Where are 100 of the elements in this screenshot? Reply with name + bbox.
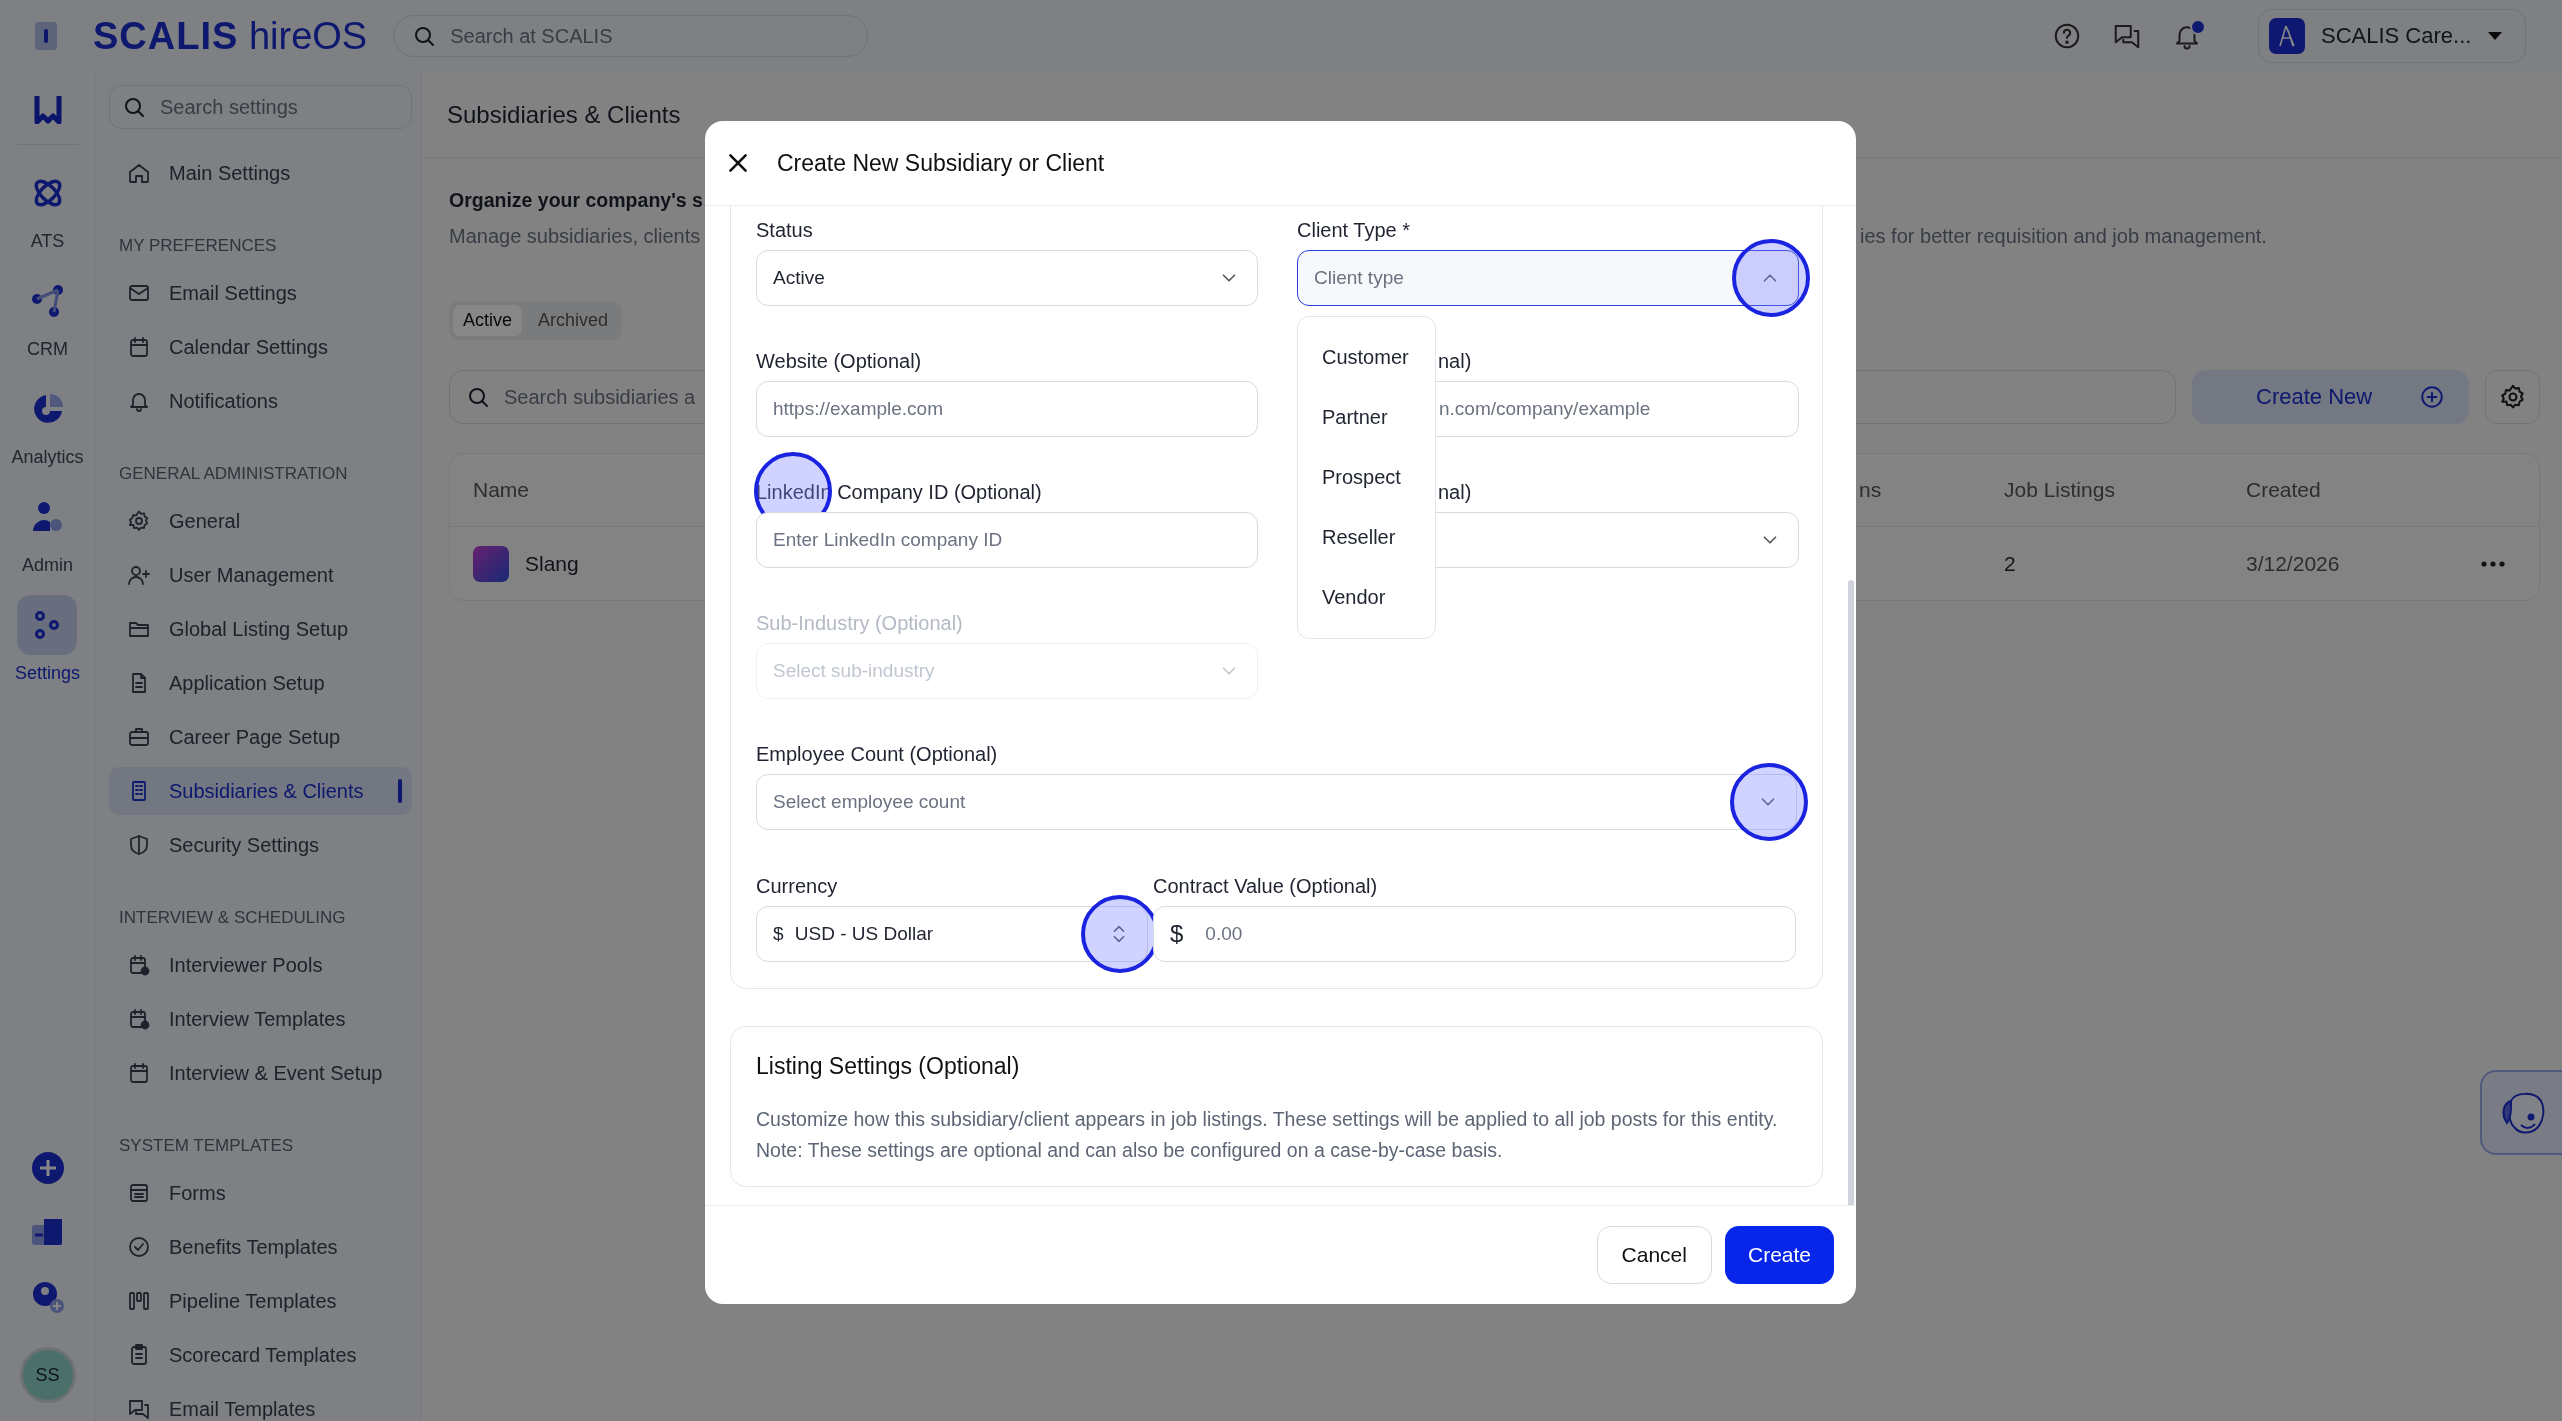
settings-nav-item[interactable]: Email Templates bbox=[109, 1385, 412, 1421]
input-field[interactable]: Enter LinkedIn company ID bbox=[756, 512, 1258, 568]
field-label: nal) bbox=[1438, 349, 1472, 373]
gear-icon bbox=[127, 509, 151, 533]
settings-nav-item[interactable]: Pipeline Templates bbox=[109, 1277, 412, 1325]
dialog-title: Create New Subsidiary or Client bbox=[777, 149, 1105, 177]
shield-icon bbox=[127, 833, 151, 857]
section-heading: GENERAL ADMINISTRATION bbox=[119, 463, 349, 485]
gear-icon bbox=[2498, 383, 2527, 411]
plus-circle-icon bbox=[30, 1151, 65, 1185]
settings-nav-item[interactable]: Security Settings bbox=[109, 821, 412, 869]
field-label: nal) bbox=[1438, 480, 1472, 504]
select-field[interactable]: Active bbox=[756, 250, 1258, 306]
form-icon bbox=[127, 1181, 151, 1205]
chat-icon bbox=[127, 1397, 151, 1421]
network-icon bbox=[29, 283, 66, 319]
settings-nav-item[interactable]: Application Setup bbox=[109, 659, 412, 707]
settings-button[interactable] bbox=[2485, 370, 2540, 424]
rail-nav-item[interactable]: Admin bbox=[17, 487, 78, 576]
settings-nav-item[interactable]: Interviewer Pools bbox=[109, 941, 412, 989]
user-plus-icon bbox=[127, 563, 151, 587]
account-switcher[interactable]: SCALIS Care... bbox=[2258, 9, 2526, 63]
settings-nav-item[interactable]: Scorecard Templates bbox=[109, 1331, 412, 1379]
house-icon bbox=[127, 161, 151, 185]
company-logo bbox=[473, 545, 509, 582]
table-cell: 3/12/2026 bbox=[2246, 551, 2340, 576]
field-label: Website (Optional) bbox=[756, 349, 922, 373]
bookmark-icon[interactable] bbox=[33, 94, 62, 124]
table-cell: 2 bbox=[2004, 551, 2016, 576]
description-text: ies for better requisition and job management. bbox=[1860, 224, 2267, 249]
dropdown-option[interactable]: Vendor bbox=[1298, 567, 1435, 627]
settings-nav-item[interactable]: Notifications bbox=[109, 377, 412, 425]
settings-nav-item[interactable]: General bbox=[109, 497, 412, 545]
logo: SCALIS hireOS bbox=[93, 14, 368, 58]
calendar-person-icon bbox=[127, 953, 151, 977]
add-button[interactable] bbox=[30, 1151, 65, 1185]
caret-icon bbox=[2487, 31, 2504, 41]
field-label: Contract Value (Optional) bbox=[1153, 874, 1379, 898]
input-field[interactable]: $ 0.00 bbox=[1153, 906, 1796, 962]
column-header: ns bbox=[1859, 478, 1882, 502]
create-button[interactable]: Create bbox=[1724, 1226, 1834, 1284]
cancel-button[interactable]: Cancel bbox=[1596, 1226, 1712, 1284]
rail-nav-item[interactable]: ATS bbox=[17, 163, 78, 252]
settings-nav-item[interactable]: Interview & Event Setup bbox=[109, 1049, 412, 1097]
settings-nav-item[interactable]: Interview Templates bbox=[109, 995, 412, 1043]
table-cell: Slang bbox=[525, 551, 579, 576]
calendar-clock-icon bbox=[127, 1007, 151, 1031]
currency-select[interactable]: $ USD - US Dollar bbox=[756, 906, 1148, 962]
create-new-button[interactable]: Create New bbox=[2192, 370, 2469, 424]
rail-nav-item[interactable]: Analytics bbox=[11, 379, 84, 468]
filter-tab[interactable]: Archived bbox=[528, 305, 619, 336]
dropdown-option[interactable]: Reseller bbox=[1298, 507, 1435, 567]
settings-nav-item[interactable]: Forms bbox=[109, 1169, 412, 1217]
rail-nav-item[interactable]: CRM bbox=[17, 271, 78, 360]
page-title: Subsidiaries & Clients bbox=[447, 100, 681, 129]
field-label: Currency bbox=[756, 874, 839, 898]
search-icon bbox=[466, 385, 490, 409]
briefcase-icon bbox=[127, 725, 151, 749]
settings-nav-item[interactable]: User Management bbox=[109, 551, 412, 599]
search-icon bbox=[122, 95, 146, 119]
column-header: Created bbox=[2246, 478, 2321, 502]
settings-nav-item[interactable]: Subsidiaries & Clients bbox=[109, 767, 412, 815]
calendar-icon bbox=[127, 335, 151, 359]
dropdown-option[interactable]: Prospect bbox=[1298, 447, 1435, 507]
section-heading: MY PREFERENCES bbox=[119, 235, 278, 257]
input-field[interactable]: https://example.com bbox=[756, 381, 1258, 437]
settings-nav-item[interactable]: Email Settings bbox=[109, 269, 412, 317]
select-field[interactable]: Select employee count bbox=[756, 774, 1797, 830]
plus-circle-icon bbox=[2419, 384, 2445, 410]
field-label: Sub-Industry (Optional) bbox=[756, 611, 963, 635]
section-heading: SYSTEM TEMPLATES bbox=[119, 1135, 295, 1157]
select-field[interactable]: Client type bbox=[1297, 250, 1799, 306]
help-button[interactable] bbox=[2052, 21, 2082, 51]
settings-nav-item[interactable]: Career Page Setup bbox=[109, 713, 412, 761]
scrollbar-thumb[interactable] bbox=[1848, 580, 1854, 1205]
description-text: Manage subsidiaries, clients bbox=[449, 224, 701, 249]
section-description: Customize how this subsidiary/client appears in job listings. These settings will be applied to all job posts for this entity. Note: These settings are optional and can also be configured on a case-by-case basis. bbox=[756, 1107, 1779, 1163]
check-badge-icon bbox=[127, 1235, 151, 1259]
search-icon bbox=[412, 24, 437, 48]
calendar-icon bbox=[127, 1061, 151, 1085]
settings-nav-item[interactable]: Benefits Templates bbox=[109, 1223, 412, 1271]
field-label: Employee Count (Optional) bbox=[756, 742, 999, 766]
assistant-button[interactable] bbox=[2480, 1070, 2562, 1155]
field-label: Status bbox=[756, 218, 813, 242]
filter-tab[interactable]: Active bbox=[453, 305, 523, 336]
settings-nav-item[interactable]: Global Listing Setup bbox=[109, 605, 412, 653]
more-icon[interactable] bbox=[2481, 560, 2505, 567]
user-avatar[interactable]: SS bbox=[19, 1347, 76, 1403]
field-label: LinkedIn Company ID (Optional) bbox=[756, 480, 1042, 504]
column-header: Job Listings bbox=[2004, 478, 2115, 502]
column-header: Name bbox=[472, 478, 530, 502]
field-label: Client Type * bbox=[1297, 218, 1411, 242]
section-heading: INTERVIEW & SCHEDULING bbox=[119, 907, 347, 929]
search-field[interactable]: Search settings bbox=[109, 85, 412, 129]
sidebar-toggle-icon[interactable] bbox=[35, 22, 57, 50]
section-title: Listing Settings (Optional) bbox=[756, 1053, 1021, 1080]
company-logo-icon bbox=[2269, 18, 2305, 54]
settings-nav-item[interactable]: Main Settings bbox=[109, 149, 412, 197]
settings-nav-item[interactable]: Calendar Settings bbox=[109, 323, 412, 371]
intro-heading: Organize your company's s bbox=[449, 188, 703, 213]
